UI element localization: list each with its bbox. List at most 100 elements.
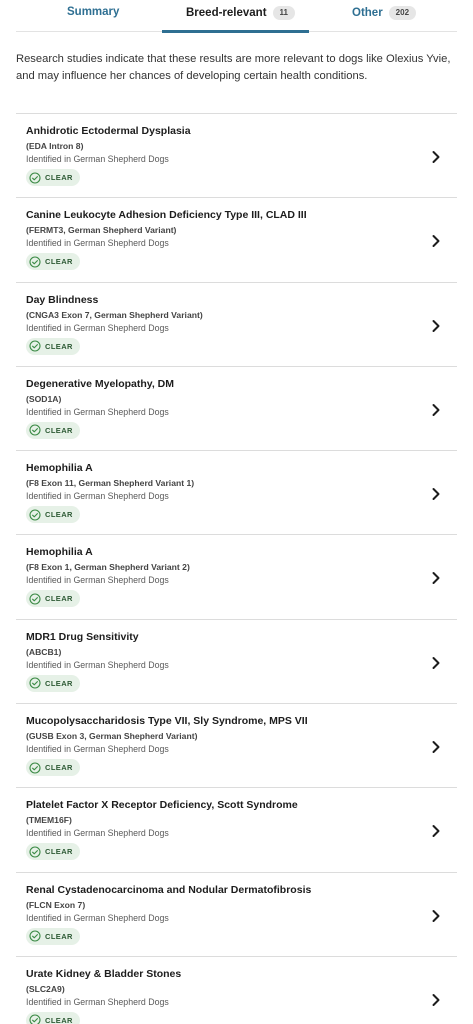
condition-title: Platelet Factor X Receptor Deficiency, S… bbox=[26, 799, 298, 812]
condition-row[interactable]: Renal Cystadenocarcinoma and Nodular Der… bbox=[16, 873, 457, 957]
chevron-right-icon[interactable] bbox=[431, 319, 441, 333]
condition-title: Urate Kidney & Bladder Stones bbox=[26, 967, 182, 980]
condition-variant: (TMEM16F) bbox=[26, 815, 72, 826]
check-circle-icon bbox=[29, 677, 41, 689]
clear-status-badge: CLEAR bbox=[26, 421, 80, 439]
tab-summary-label: Summary bbox=[67, 6, 120, 18]
clear-status-badge: CLEAR bbox=[26, 1011, 80, 1024]
condition-row[interactable]: Anhidrotic Ectodermal Dysplasia (EDA Intr… bbox=[16, 114, 457, 199]
condition-row[interactable]: Day Blindness (CNGA3 Exon 7, German Sheph… bbox=[16, 283, 457, 367]
check-circle-icon bbox=[29, 762, 41, 774]
clear-status-label: CLEAR bbox=[45, 847, 73, 857]
condition-row[interactable]: Hemophilia A (F8 Exon 11, German Shepherd… bbox=[16, 451, 457, 536]
tab-breed-relevant[interactable]: Breed-relevant 11 bbox=[186, 6, 296, 20]
chevron-right-icon[interactable] bbox=[431, 993, 441, 1007]
clear-status-label: CLEAR bbox=[45, 341, 73, 351]
clear-status-label: CLEAR bbox=[45, 510, 73, 520]
condition-identified-in: Identified in German Shepherd Dogs bbox=[26, 744, 169, 755]
chevron-right-icon[interactable] bbox=[431, 656, 441, 670]
chevron-right-icon[interactable] bbox=[431, 740, 441, 754]
check-circle-icon bbox=[29, 1014, 41, 1024]
tab-breed-relevant-count: 11 bbox=[272, 6, 296, 20]
condition-title: Day Blindness bbox=[26, 293, 99, 306]
check-circle-icon bbox=[29, 846, 41, 858]
condition-variant: (GUSB Exon 3, German Shepherd Variant) bbox=[26, 731, 198, 742]
check-circle-icon bbox=[29, 509, 41, 521]
chevron-right-icon[interactable] bbox=[431, 571, 441, 585]
condition-title: Hemophilia A bbox=[26, 462, 93, 475]
condition-variant: (EDA Intron 8) bbox=[26, 141, 84, 151]
tab-other-count: 202 bbox=[388, 6, 417, 20]
condition-identified-in: Identified in German Shepherd Dogs bbox=[26, 828, 169, 839]
check-circle-icon bbox=[29, 424, 41, 436]
condition-identified-in: Identified in German Shepherd Dogs bbox=[26, 912, 169, 923]
tab-breed-relevant-label: Breed-relevant bbox=[186, 7, 267, 19]
condition-title: Hemophilia A bbox=[26, 546, 93, 559]
tab-other[interactable]: Other 202 bbox=[352, 6, 417, 20]
condition-variant: (F8 Exon 1, German Shepherd Variant 2) bbox=[26, 562, 190, 573]
clear-status-label: CLEAR bbox=[45, 425, 73, 435]
tab-other-label: Other bbox=[352, 7, 383, 19]
condition-identified-in: Identified in German Shepherd Dogs bbox=[26, 238, 169, 249]
condition-row[interactable]: MDR1 Drug Sensitivity (ABCB1) Identified i… bbox=[16, 620, 457, 705]
condition-title: MDR1 Drug Sensitivity bbox=[26, 630, 139, 643]
clear-status-label: CLEAR bbox=[45, 257, 73, 267]
clear-status-label: CLEAR bbox=[45, 173, 73, 182]
active-tab-indicator bbox=[162, 30, 309, 33]
clear-status-badge: CLEAR bbox=[26, 169, 80, 186]
clear-status-label: CLEAR bbox=[45, 763, 73, 773]
condition-variant: (F8 Exon 11, German Shepherd Variant 1) bbox=[26, 478, 195, 489]
clear-status-badge: CLEAR bbox=[26, 927, 80, 945]
check-circle-icon bbox=[29, 256, 41, 268]
condition-identified-in: Identified in German Shepherd Dogs bbox=[26, 575, 169, 586]
condition-variant: (FLCN Exon 7) bbox=[26, 899, 86, 910]
condition-title: Mucopolysaccharidosis Type VII, Sly Synd… bbox=[26, 715, 308, 728]
check-circle-icon bbox=[29, 171, 41, 184]
chevron-right-icon[interactable] bbox=[431, 487, 441, 501]
intro-text: Research studies indicate that these res… bbox=[16, 32, 457, 114]
clear-status-label: CLEAR bbox=[45, 1015, 73, 1024]
chevron-right-icon[interactable] bbox=[431, 150, 441, 164]
condition-identified-in: Identified in German Shepherd Dogs bbox=[26, 322, 169, 333]
clear-status-label: CLEAR bbox=[45, 678, 73, 688]
condition-identified-in: Identified in German Shepherd Dogs bbox=[26, 154, 169, 164]
chevron-right-icon[interactable] bbox=[431, 824, 441, 838]
condition-title: Renal Cystadenocarcinoma and Nodular Der… bbox=[26, 883, 312, 896]
clear-status-badge: CLEAR bbox=[26, 253, 80, 271]
condition-row[interactable]: Canine Leukocyte Adhesion Deficiency Typ… bbox=[16, 198, 457, 283]
clear-status-badge: CLEAR bbox=[26, 759, 80, 777]
condition-identified-in: Identified in German Shepherd Dogs bbox=[26, 659, 169, 670]
chevron-right-icon[interactable] bbox=[431, 403, 441, 417]
condition-row[interactable]: Mucopolysaccharidosis Type VII, Sly Synd… bbox=[16, 704, 457, 789]
condition-variant: (CNGA3 Exon 7, German Shepherd Variant) bbox=[26, 309, 203, 320]
results-tabs: Summary Breed-relevant 11 Other 202 bbox=[16, 0, 457, 33]
check-circle-icon bbox=[29, 930, 41, 942]
condition-title: Canine Leukocyte Adhesion Deficiency Typ… bbox=[26, 209, 307, 222]
condition-title: Anhidrotic Ectodermal Dysplasia bbox=[26, 125, 191, 137]
condition-row[interactable]: Hemophilia A (F8 Exon 1, German Shepherd … bbox=[16, 535, 457, 620]
condition-identified-in: Identified in German Shepherd Dogs bbox=[26, 406, 169, 417]
clear-status-badge: CLEAR bbox=[26, 506, 80, 524]
condition-variant: (FERMT3, German Shepherd Variant) bbox=[26, 225, 177, 236]
chevron-right-icon[interactable] bbox=[431, 234, 441, 248]
condition-variant: (SLC2A9) bbox=[26, 983, 65, 994]
condition-identified-in: Identified in German Shepherd Dogs bbox=[26, 491, 169, 502]
check-circle-icon bbox=[29, 593, 41, 605]
condition-row[interactable]: Urate Kidney & Bladder Stones (SLC2A9) Ide… bbox=[16, 957, 457, 1024]
condition-identified-in: Identified in German Shepherd Dogs bbox=[26, 996, 169, 1007]
condition-title: Degenerative Myelopathy, DM bbox=[26, 377, 175, 390]
clear-status-badge: CLEAR bbox=[26, 674, 80, 692]
check-circle-icon bbox=[29, 340, 41, 352]
condition-list: Anhidrotic Ectodermal Dysplasia (EDA Intr… bbox=[16, 114, 457, 1024]
clear-status-badge: CLEAR bbox=[26, 337, 80, 355]
tab-summary[interactable]: Summary bbox=[67, 6, 119, 18]
chevron-right-icon[interactable] bbox=[431, 909, 441, 923]
condition-row[interactable]: Platelet Factor X Receptor Deficiency, S… bbox=[16, 788, 457, 873]
condition-variant: (ABCB1) bbox=[26, 646, 62, 657]
clear-status-badge: CLEAR bbox=[26, 590, 80, 608]
condition-variant: (SOD1A) bbox=[26, 393, 62, 404]
condition-row[interactable]: Degenerative Myelopathy, DM (SOD1A) Identi… bbox=[16, 367, 457, 452]
clear-status-label: CLEAR bbox=[45, 931, 73, 941]
clear-status-label: CLEAR bbox=[45, 594, 73, 604]
clear-status-badge: CLEAR bbox=[26, 843, 80, 861]
